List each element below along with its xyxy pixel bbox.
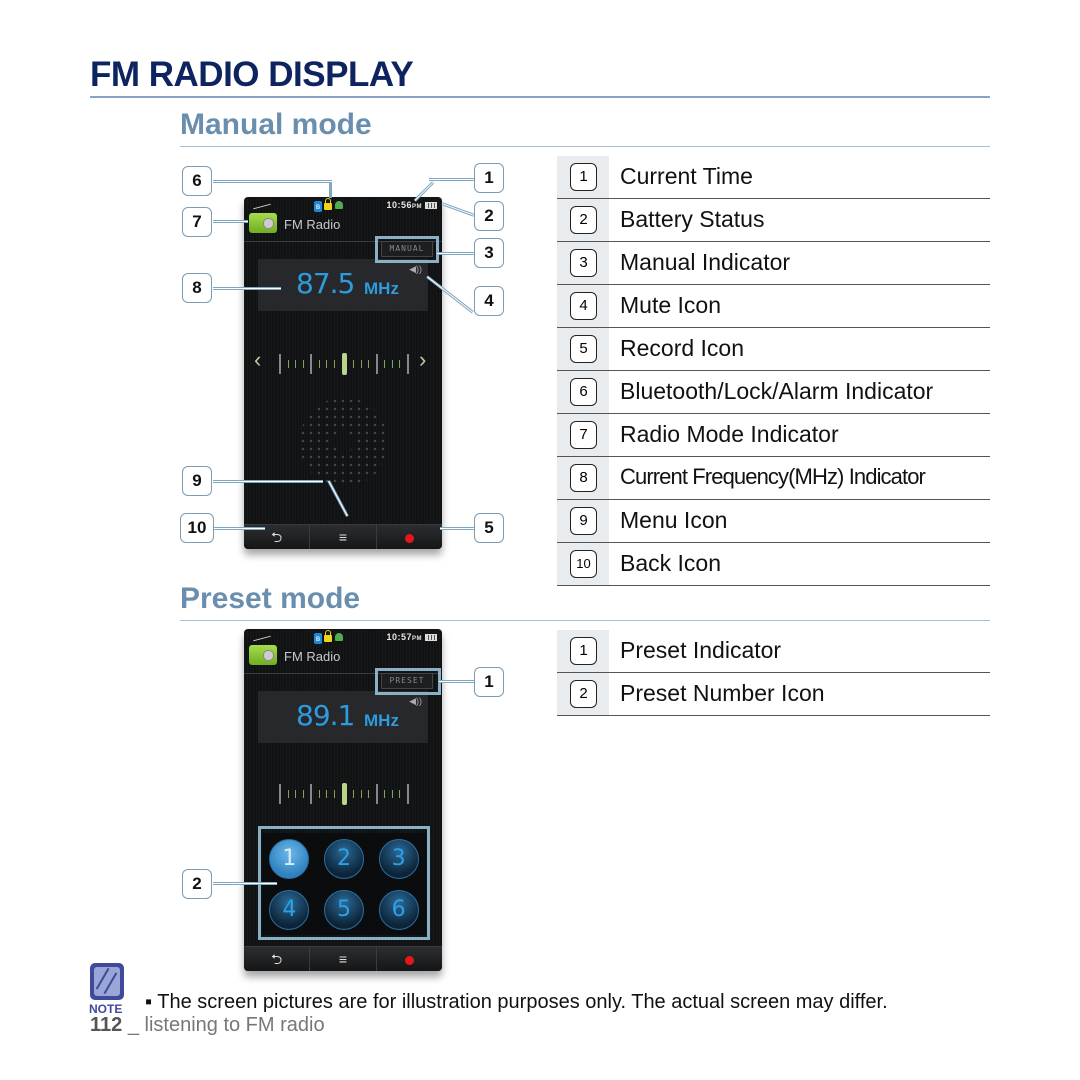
callout-leader-preset-2 [213, 882, 277, 885]
manual-mode-heading: Manual mode [180, 108, 372, 141]
menu-icon: ≡ [338, 529, 348, 545]
callout-1: 1 [474, 163, 504, 193]
tune-up-arrow-icon[interactable]: › [419, 347, 426, 373]
frequency-value: 87.5 [296, 267, 355, 300]
preset-mode-heading: Preset mode [180, 582, 361, 615]
record-icon [404, 955, 414, 965]
callout-3: 3 [474, 238, 504, 268]
callout-2: 2 [474, 201, 504, 231]
mute-icon[interactable]: ◀︎)) [409, 264, 422, 275]
bottom-bar: ⮌ ≡ [244, 524, 442, 549]
alarm-icon [335, 201, 343, 209]
legend-row: 4 Mute Icon [557, 285, 990, 328]
callout-8: 8 [182, 273, 212, 303]
alarm-icon [335, 633, 343, 641]
lock-icon [324, 198, 332, 210]
record-icon [404, 533, 414, 543]
preset-callout-1: 1 [474, 667, 504, 697]
frequency-unit: MHz [364, 711, 399, 730]
app-name: FM Radio [284, 649, 341, 664]
legend-row: 9 Menu Icon [557, 500, 990, 543]
frequency-value: 89.1 [296, 699, 355, 732]
record-button[interactable] [377, 947, 442, 971]
callout-leader-6 [213, 180, 331, 183]
bluetooth-icon: ʙ [314, 633, 322, 644]
frequency-panel: 89.1 MHz ◀︎)) [258, 691, 428, 743]
menu-icon: ≡ [338, 951, 348, 967]
preset-indicator-highlight [375, 668, 441, 695]
callout-leader-8 [213, 287, 281, 290]
legend-row: 6 Bluetooth/Lock/Alarm Indicator [557, 371, 990, 414]
manual-indicator-highlight [375, 236, 439, 263]
page-number: 112 [90, 1014, 123, 1036]
mute-icon[interactable]: ◀︎)) [409, 696, 422, 707]
legend-row: 1 Current Time [557, 156, 990, 199]
preset-callout-2: 2 [182, 869, 212, 899]
app-name: FM Radio [284, 217, 341, 232]
status-indicators: ʙ [314, 630, 343, 644]
legend-row: 10 Back Icon [557, 543, 990, 586]
callout-leader-2 [441, 202, 475, 217]
menu-button[interactable]: ≡ [310, 525, 377, 549]
callout-4: 4 [474, 286, 504, 316]
status-indicators: ʙ [314, 198, 343, 212]
callout-leader-9 [213, 480, 323, 483]
chapter-name: _ listening to FM radio [122, 1014, 325, 1036]
bluetooth-icon: ʙ [314, 201, 322, 212]
callout-leader-10 [213, 527, 265, 530]
callout-7: 7 [182, 207, 212, 237]
frequency-unit: MHz [364, 279, 399, 298]
tuning-scale[interactable] [279, 783, 409, 805]
bottom-bar: ⮌ ≡ [244, 946, 442, 971]
note-text: ▪ The screen pictures are for illustrati… [145, 991, 888, 1013]
callout-5: 5 [474, 513, 504, 543]
record-button[interactable] [377, 525, 442, 549]
callout-leader-3 [437, 252, 475, 255]
callout-leader-preset-1 [439, 680, 475, 683]
callout-leader-6b [329, 180, 332, 198]
legend-row: 5 Record Icon [557, 328, 990, 371]
title-divider [90, 96, 990, 98]
radio-mode-icon [249, 645, 277, 665]
callout-leader-5 [440, 527, 475, 530]
manual-mode-divider [180, 146, 990, 147]
back-icon: ⮌ [271, 951, 283, 967]
legend-row: 7 Radio Mode Indicator [557, 414, 990, 457]
callout-leader-7 [213, 220, 248, 223]
battery-icon [425, 202, 437, 209]
callout-10: 10 [180, 513, 214, 543]
tune-down-arrow-icon[interactable]: ‹ [254, 347, 261, 373]
speaker-graphic [299, 397, 389, 487]
battery-icon [425, 634, 437, 641]
page-footer: 112 _ listening to FM radio [90, 1014, 325, 1037]
legend-row: 1 Preset Indicator [557, 630, 990, 673]
note-pencil-icon [90, 963, 124, 1000]
preset-grid-highlight [258, 826, 430, 940]
legend-row: 2 Battery Status [557, 199, 990, 242]
current-time: 10:56PM [386, 200, 422, 210]
radio-mode-icon [249, 213, 277, 233]
menu-button[interactable]: ≡ [310, 947, 377, 971]
current-time: 10:57PM [386, 632, 422, 642]
lock-icon [324, 630, 332, 642]
callout-leader-1 [429, 178, 474, 181]
page-title: FM RADIO DISPLAY [90, 55, 414, 94]
back-icon: ⮌ [271, 529, 283, 545]
legend-row: 8 Current Frequency(MHz) Indicator [557, 457, 990, 500]
callout-9: 9 [182, 466, 212, 496]
frequency-panel: 87.5 MHz ◀︎)) [258, 259, 428, 311]
callout-6: 6 [182, 166, 212, 196]
legend-row: 2 Preset Number Icon [557, 673, 990, 716]
tuning-scale[interactable] [279, 353, 409, 375]
preset-mode-divider [180, 620, 990, 621]
legend-row: 3 Manual Indicator [557, 242, 990, 285]
back-button[interactable]: ⮌ [244, 947, 311, 971]
